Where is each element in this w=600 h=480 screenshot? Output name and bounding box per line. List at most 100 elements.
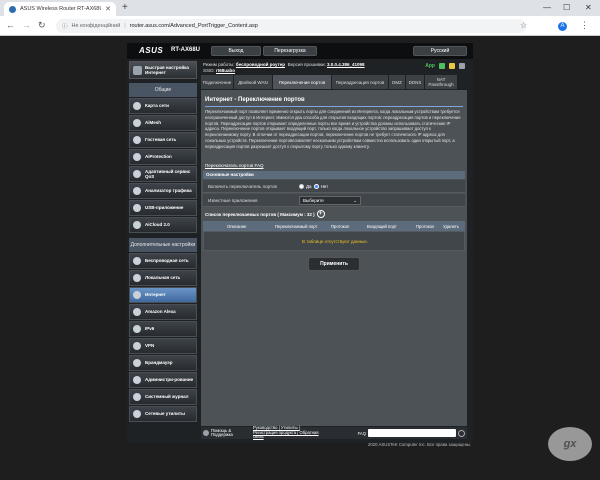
col-protocol-2: Протокол bbox=[416, 224, 435, 229]
enable-port-trigger-row: Включить переключатель портов Да Нет bbox=[203, 180, 465, 193]
firmware-link[interactable]: 3.0.0.4.386_41098 bbox=[327, 62, 365, 67]
sidebar-item-wireless[interactable]: Беспроводная сеть bbox=[129, 253, 197, 269]
title-divider bbox=[205, 106, 463, 107]
tab-dual-wan[interactable]: Двойной WAN bbox=[234, 75, 272, 89]
reboot-button[interactable]: Перезагрузка bbox=[263, 46, 317, 56]
bookmark-star-icon[interactable]: ☆ bbox=[520, 21, 527, 30]
not-secure-label: Не конфіденційний bbox=[71, 23, 121, 29]
tab-port-forwarding[interactable]: Переадресация портов bbox=[332, 75, 388, 89]
ipv6-icon bbox=[133, 325, 141, 333]
address-bar: ← → ↻ ⓘ Не конфіденційний | router.asus.… bbox=[0, 16, 600, 36]
radio-yes-label: Да bbox=[306, 184, 312, 189]
faq-link[interactable]: Переключатель портов FAQ bbox=[205, 163, 264, 168]
forward-icon[interactable]: → bbox=[22, 20, 31, 30]
browser-menu-icon[interactable]: ⋮ bbox=[580, 20, 589, 31]
administration-icon bbox=[133, 376, 141, 384]
sidebar-item-qos[interactable]: Адаптивный сервис QoS bbox=[129, 166, 197, 182]
tab-dmz[interactable]: DMZ bbox=[389, 75, 405, 89]
sidebar-item-network-tools[interactable]: Сетевые утилиты bbox=[129, 406, 197, 422]
sidebar-item-usb-application[interactable]: USB-приложение bbox=[129, 200, 197, 216]
known-apps-selected: Выберите bbox=[303, 198, 324, 203]
tab-port-trigger[interactable]: Переключение портов bbox=[273, 75, 331, 89]
sidebar-item-ipv6[interactable]: IPv6 bbox=[129, 321, 197, 337]
watermark-logo: gx bbox=[548, 427, 592, 461]
router-model: RT-AX68U bbox=[171, 47, 201, 53]
tab-ddns[interactable]: DDNS bbox=[406, 75, 424, 89]
url-text: router.asus.com/Advanced_PortTrigger_Con… bbox=[129, 23, 258, 29]
enable-port-trigger-label: Включить переключатель портов bbox=[208, 184, 277, 189]
help-support[interactable]: Помощь & Поддержка bbox=[203, 428, 245, 438]
wireless-icon bbox=[133, 257, 141, 265]
back-icon[interactable]: ← bbox=[6, 20, 15, 30]
sidebar-item-alexa[interactable]: Amazon Alexa bbox=[129, 304, 197, 320]
maximize-icon[interactable]: ☐ bbox=[563, 3, 570, 12]
status-bar: Режим работы: беспроводной роутер Версия… bbox=[201, 61, 467, 74]
internet-status-icon[interactable] bbox=[439, 63, 445, 69]
new-tab-icon[interactable]: + bbox=[122, 2, 128, 14]
tab-connection[interactable]: Подключение bbox=[201, 75, 233, 89]
sidebar-item-wan[interactable]: Интернет bbox=[129, 287, 197, 303]
quick-setup-button[interactable]: Быстрая настройка Интернет bbox=[129, 61, 197, 79]
url-separator: | bbox=[124, 23, 126, 29]
col-protocol-1: Протокол bbox=[331, 224, 350, 229]
faq-search: FAQ bbox=[358, 429, 465, 437]
faq-search-input[interactable] bbox=[368, 429, 456, 437]
asus-logo: ASUS bbox=[139, 46, 164, 55]
add-rule-icon[interactable]: + bbox=[316, 210, 325, 218]
usb-status-icon[interactable] bbox=[459, 63, 465, 69]
log-icon bbox=[133, 393, 141, 401]
basic-settings-header: Основные настройки bbox=[203, 171, 465, 179]
sidebar-item-lan[interactable]: Локальная сеть bbox=[129, 270, 197, 286]
qos-icon bbox=[133, 170, 141, 178]
quick-setup-label: Быстрая настройка Интернет bbox=[145, 64, 189, 76]
sidebar-item-network-map[interactable]: Карта сети bbox=[129, 98, 197, 114]
sidebar-item-aiprotection[interactable]: AiProtection bbox=[129, 149, 197, 165]
status-icons: App bbox=[425, 63, 465, 69]
rules-table-body: В таблице отсутствуют данные. bbox=[203, 231, 465, 251]
logout-button[interactable]: Выход bbox=[211, 46, 261, 56]
general-section-header: Общие bbox=[129, 83, 197, 97]
minimize-icon[interactable]: — bbox=[543, 3, 551, 12]
known-apps-select[interactable]: Выберите ⌄ bbox=[299, 196, 361, 205]
operation-mode-link[interactable]: беспроводной роутер bbox=[236, 62, 285, 67]
language-select[interactable]: Русский bbox=[413, 46, 467, 56]
page-description: Переключаемый порт позволяет временно от… bbox=[205, 109, 461, 149]
globe-icon bbox=[133, 291, 141, 299]
ssid-value: rt68uabo bbox=[216, 68, 236, 73]
radio-yes[interactable] bbox=[299, 184, 304, 189]
reload-icon[interactable]: ↻ bbox=[38, 20, 46, 31]
sidebar-item-system-log[interactable]: Системный журнал bbox=[129, 389, 197, 405]
aimesh-icon bbox=[133, 119, 141, 127]
app-link[interactable]: App bbox=[425, 63, 435, 69]
chevron-down-icon: ⌄ bbox=[353, 197, 357, 203]
asus-favicon-icon bbox=[9, 5, 16, 13]
port-trigger-panel: Интернет - Переключение портов Переключа… bbox=[201, 90, 467, 426]
sidebar-item-aicloud[interactable]: AiCloud 2.0 bbox=[129, 217, 197, 233]
guest-network-icon bbox=[133, 136, 141, 144]
sidebar-item-guest-network[interactable]: Гостевая сеть bbox=[129, 132, 197, 148]
faq-search-button[interactable] bbox=[458, 429, 465, 437]
known-apps-field: Выберите ⌄ bbox=[299, 196, 361, 205]
tab-nat-passthrough[interactable]: NAT Passthrough bbox=[425, 75, 457, 89]
footer-links[interactable]: Руководство | Утилиты | Регистрация прод… bbox=[253, 426, 319, 440]
browser-tab[interactable]: ASUS Wireless Router RT-AX68U ✕ bbox=[4, 2, 116, 16]
rules-table-header: Описание Переключаемый порт Протокол Вхо… bbox=[203, 221, 465, 231]
window-close-icon[interactable]: ✕ bbox=[585, 3, 592, 12]
router-page: ASUS RT-AX68U Выход Перезагрузка Русский… bbox=[0, 37, 600, 480]
col-description: Описание bbox=[227, 224, 247, 229]
sidebar-item-vpn[interactable]: VPN bbox=[129, 338, 197, 354]
warning-status-icon[interactable] bbox=[449, 63, 455, 69]
profile-avatar[interactable]: A bbox=[558, 22, 567, 31]
faq-label: FAQ bbox=[357, 430, 366, 436]
advanced-section-header: Дополнительные настройки bbox=[129, 238, 197, 252]
port-list-header: Список переключаемых портов ( Максимум :… bbox=[205, 210, 325, 218]
close-icon[interactable]: ✕ bbox=[105, 5, 111, 13]
url-input[interactable]: ⓘ Не конфіденційний | router.asus.com/Ad… bbox=[56, 19, 526, 33]
sidebar-item-firewall[interactable]: Брандмауэр bbox=[129, 355, 197, 371]
sidebar-item-traffic-analyzer[interactable]: Анализатор трафика bbox=[129, 183, 197, 199]
apply-button[interactable]: Применить bbox=[308, 257, 360, 271]
sidebar-item-administration[interactable]: Администри-рование bbox=[129, 372, 197, 388]
sidebar-item-aimesh[interactable]: AiMesh bbox=[129, 115, 197, 131]
col-incoming-port: Входящий порт bbox=[367, 224, 397, 229]
radio-no[interactable] bbox=[313, 184, 319, 189]
